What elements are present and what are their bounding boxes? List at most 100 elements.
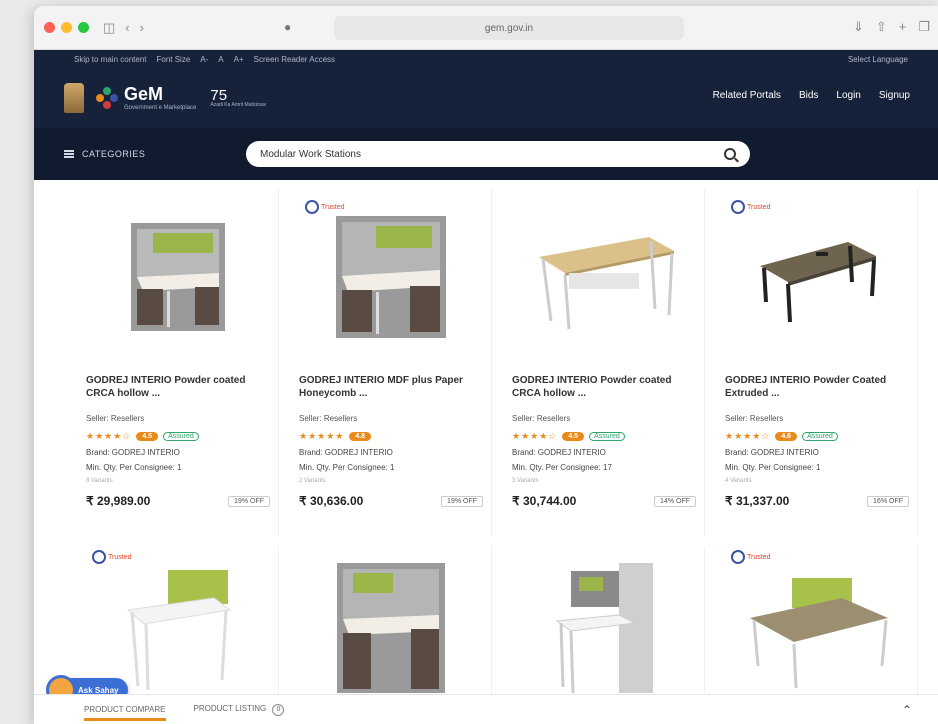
- product-rating: ★★★★☆ 4.5 Assured: [86, 431, 270, 442]
- sidebar-toggle-icon[interactable]: ◫: [103, 20, 115, 36]
- header-nav-item[interactable]: Login: [836, 90, 860, 101]
- product-image[interactable]: Trusted: [725, 550, 909, 702]
- price-row: ₹ 29,989.00 19% OFF: [86, 494, 270, 508]
- product-variants: 8 Variants: [86, 478, 113, 484]
- product-image[interactable]: [512, 552, 696, 702]
- window-controls: [44, 22, 89, 33]
- product-brand: Brand: GODREJ INTERIO: [512, 448, 606, 457]
- rating-pill: 4.6: [775, 432, 798, 441]
- product-title[interactable]: GODREJ INTERIO MDF plus Paper Honeycomb …: [299, 374, 483, 402]
- product-min-qty: Min. Qty. Per Consignee: 1: [299, 463, 395, 472]
- product-card[interactable]: Trusted GODREJ INTERIO MDF plus Paper Hon…: [291, 188, 492, 536]
- product-price: ₹ 29,989.00: [86, 494, 151, 508]
- price-row: ₹ 30,636.00 19% OFF: [299, 494, 483, 508]
- trusted-label: Trusted: [747, 203, 771, 211]
- accessibility-link[interactable]: A-: [200, 55, 208, 64]
- product-rating: ★★★★☆ 4.5 Assured: [512, 431, 696, 442]
- compare-bar: PRODUCT COMPARE PRODUCT LISTING 0 ⌃: [34, 694, 938, 724]
- gem-logo-subtitle: Government e Marketplace: [124, 105, 197, 111]
- product-title[interactable]: GODREJ INTERIO Powder Coated Extruded ..…: [725, 374, 909, 402]
- product-image[interactable]: [86, 202, 270, 352]
- accessibility-link[interactable]: A: [218, 55, 223, 64]
- back-icon[interactable]: ‹: [125, 20, 129, 35]
- accessibility-link[interactable]: A+: [234, 55, 244, 64]
- product-min-qty: Min. Qty. Per Consignee: 1: [86, 463, 182, 472]
- product-card[interactable]: Trusted GODREJ INTERIO Powder Coated Extr…: [717, 188, 918, 536]
- product-brand: Brand: GODREJ INTERIO: [725, 448, 819, 457]
- new-tab-icon[interactable]: +: [899, 19, 907, 35]
- product-image[interactable]: [512, 202, 696, 352]
- trusted-badge: Trusted: [731, 200, 770, 214]
- minimize-window-button[interactable]: [61, 22, 72, 33]
- shield-icon[interactable]: ●: [284, 20, 291, 34]
- product-brand: Brand: GODREJ INTERIO: [86, 448, 180, 457]
- tab-product-compare[interactable]: PRODUCT COMPARE: [84, 705, 166, 721]
- browser-actions: ⇓ ⇧ + ❐: [853, 19, 930, 35]
- national-emblem-icon: [64, 83, 84, 113]
- product-seller: Seller: Resellers: [86, 414, 145, 423]
- download-icon[interactable]: ⇓: [853, 19, 864, 35]
- hamburger-icon: [64, 150, 74, 158]
- trusted-label: Trusted: [747, 553, 771, 561]
- trusted-badge: Trusted: [305, 200, 344, 214]
- trusted-seal-icon: [92, 550, 106, 564]
- discount-badge: 16% OFF: [867, 495, 909, 507]
- search-icon[interactable]: [724, 148, 736, 160]
- language-selector[interactable]: Select Language: [848, 55, 908, 64]
- product-card[interactable]: [504, 546, 705, 706]
- categories-menu[interactable]: CATEGORIES: [64, 149, 145, 159]
- product-title[interactable]: GODREJ INTERIO Powder coated CRCA hollow…: [86, 374, 270, 402]
- product-variants: 4 Variants: [725, 478, 752, 484]
- assured-badge: Assured: [802, 432, 838, 441]
- accessibility-link[interactable]: Font Size: [156, 55, 190, 64]
- accessibility-link[interactable]: Screen Reader Access: [254, 55, 335, 64]
- forward-icon[interactable]: ›: [140, 20, 144, 35]
- rating-pill: 4.5: [562, 432, 585, 441]
- trusted-label: Trusted: [321, 203, 345, 211]
- product-seller: Seller: Resellers: [725, 414, 784, 423]
- product-seller: Seller: Resellers: [512, 414, 571, 423]
- product-card[interactable]: GODREJ INTERIO Powder coated CRCA hollow…: [78, 188, 279, 536]
- accessibility-links: Skip to main content Font Size A- A A+ Screen…: [74, 55, 335, 64]
- product-card[interactable]: Trusted: [717, 546, 918, 706]
- header-nav: Related Portals Bids Login Signup: [713, 90, 910, 101]
- header-nav-item[interactable]: Signup: [879, 90, 910, 101]
- product-brand: Brand: GODREJ INTERIO: [299, 448, 393, 457]
- trusted-label: Trusted: [108, 553, 132, 561]
- product-grid: GODREJ INTERIO Powder coated CRCA hollow…: [78, 188, 918, 706]
- discount-badge: 19% OFF: [228, 495, 270, 507]
- header-nav-item[interactable]: Related Portals: [713, 90, 781, 101]
- trusted-badge: Trusted: [92, 550, 131, 564]
- rating-stars-icon: ★★★★★: [299, 431, 345, 441]
- product-card[interactable]: [291, 546, 492, 706]
- gem-logo[interactable]: GeM Government e Marketplace: [96, 85, 196, 111]
- accessibility-strip: Skip to main content Font Size A- A A+ Screen…: [34, 50, 938, 68]
- tab-product-listing[interactable]: PRODUCT LISTING 0: [193, 703, 285, 716]
- maximize-window-button[interactable]: [78, 22, 89, 33]
- site-header: GeM Government e Marketplace 75 Azadi Ka…: [34, 68, 938, 128]
- accessibility-link[interactable]: Skip to main content: [74, 55, 146, 64]
- product-image[interactable]: Trusted: [725, 200, 909, 352]
- product-title[interactable]: GODREJ INTERIO Powder coated CRCA hollow…: [512, 374, 696, 402]
- rating-pill: 4.5: [136, 432, 159, 441]
- assured-badge: Assured: [163, 432, 199, 441]
- close-window-button[interactable]: [44, 22, 55, 33]
- product-image[interactable]: Trusted: [299, 200, 483, 352]
- product-price: ₹ 31,337.00: [725, 494, 790, 508]
- share-icon[interactable]: ⇧: [876, 19, 887, 35]
- product-card[interactable]: GODREJ INTERIO Powder coated CRCA hollow…: [504, 188, 705, 536]
- address-bar[interactable]: gem.gov.in: [334, 16, 684, 40]
- categories-label: CATEGORIES: [82, 149, 146, 159]
- header-nav-item[interactable]: Bids: [799, 90, 818, 101]
- search-input[interactable]: [260, 148, 724, 160]
- product-seller: Seller: Resellers: [299, 414, 358, 423]
- tab-product-listing-label: PRODUCT LISTING: [193, 703, 267, 713]
- gem-logo-text: GeM: [124, 84, 164, 104]
- trusted-badge: Trusted: [731, 550, 770, 564]
- tab-overview-icon[interactable]: ❐: [918, 19, 930, 35]
- rating-stars-icon: ★★★★☆: [86, 431, 132, 441]
- product-image[interactable]: [299, 552, 483, 702]
- discount-badge: 19% OFF: [441, 495, 483, 507]
- price-row: ₹ 31,337.00 16% OFF: [725, 494, 909, 508]
- chevron-up-icon[interactable]: ⌃: [902, 703, 912, 717]
